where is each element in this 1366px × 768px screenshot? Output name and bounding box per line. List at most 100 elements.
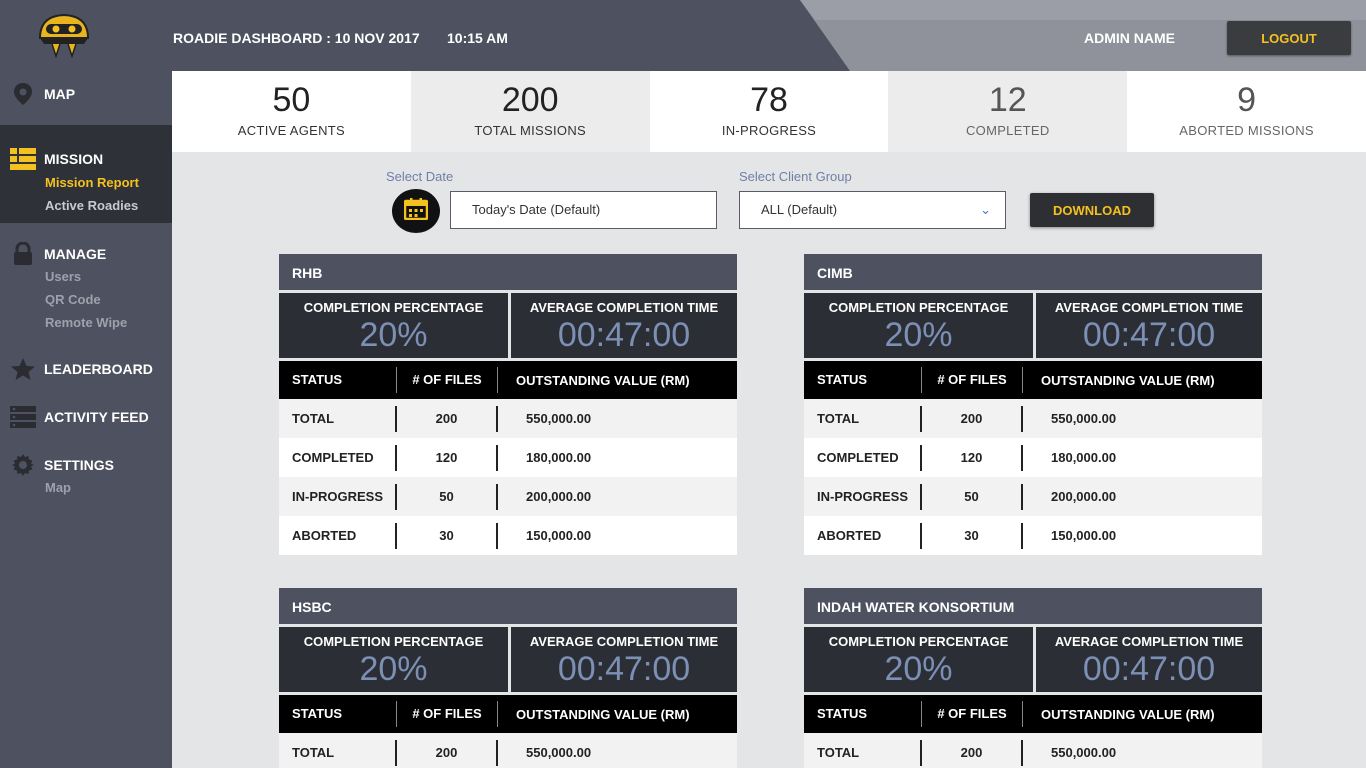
stat-value: 12: [988, 81, 1027, 119]
sidebar-group-activity-feed: ACTIVITY FEED: [0, 392, 172, 440]
sidebar: MAP MISSION Mission Report Active Roadie…: [0, 71, 172, 768]
stat-value: 200: [501, 81, 559, 119]
files-cell: 120: [922, 444, 1023, 471]
value-cell: 550,000.00: [526, 745, 592, 760]
admin-name[interactable]: ADMIN NAME: [1084, 30, 1175, 46]
sidebar-item-label: MANAGE: [44, 246, 107, 262]
card-title: CIMB: [804, 254, 1262, 293]
sidebar-subitem-users[interactable]: Users: [0, 265, 172, 288]
col-files-header: # OF FILES: [922, 367, 1023, 393]
sidebar-item-label: ACTIVITY FEED: [44, 409, 149, 425]
status-cell: ABORTED: [279, 522, 397, 549]
table-row: TOTAL 200 550,000.00: [279, 733, 737, 768]
download-button[interactable]: DOWNLOAD: [1030, 193, 1154, 227]
table-header: STATUS # OF FILES OUTSTANDING VALUE (RM): [804, 361, 1262, 399]
sidebar-group-leaderboard: LEADERBOARD: [0, 334, 172, 392]
status-cell: IN-PROGRESS: [279, 483, 397, 510]
value-cell: 150,000.00: [526, 528, 592, 543]
stat-label: COMPLETED: [965, 123, 1050, 138]
dashboard-time: 10:15 AM: [447, 30, 508, 46]
sidebar-subitem-qr-code[interactable]: QR Code: [0, 288, 172, 311]
table-header: STATUS # OF FILES OUTSTANDING VALUE (RM): [804, 695, 1262, 733]
status-cell: ABORTED: [804, 522, 922, 549]
stat-label: ABORTED MISSIONS: [1179, 123, 1314, 138]
table-row: TOTAL 200 550,000.00: [804, 399, 1262, 438]
completion-percentage-value: 20%: [884, 650, 953, 688]
metric-label: COMPLETION PERCENTAGE: [828, 300, 1009, 315]
star-icon: [10, 356, 36, 382]
files-cell: 50: [922, 483, 1023, 510]
client-group-value: ALL (Default): [761, 202, 838, 217]
value-cell: 550,000.00: [1051, 745, 1117, 760]
calendar-icon: [403, 197, 429, 225]
map-pin-icon: [10, 81, 36, 107]
stat-in-progress: 78 IN-PROGRESS: [649, 71, 889, 152]
status-cell: COMPLETED: [804, 444, 922, 471]
client-group-select[interactable]: ALL (Default) ⌄: [739, 191, 1006, 229]
completion-percentage-panel: COMPLETION PERCENTAGE 20%: [279, 293, 508, 358]
sidebar-subitem-mission-report[interactable]: Mission Report: [0, 171, 172, 194]
sidebar-item-map[interactable]: MAP: [0, 71, 172, 117]
col-status-header: STATUS: [279, 367, 397, 393]
average-completion-time-panel: AVERAGE COMPLETION TIME 00:47:00: [511, 293, 737, 358]
average-completion-time-value: 00:47:00: [557, 316, 691, 354]
date-input[interactable]: Today's Date (Default): [450, 191, 717, 229]
status-cell: TOTAL: [804, 405, 922, 432]
stat-value: 50: [272, 81, 311, 119]
col-value-header: OUTSTANDING VALUE (RM): [516, 706, 690, 722]
metric-label: AVERAGE COMPLETION TIME: [1054, 634, 1244, 649]
logout-button[interactable]: LOGOUT: [1227, 21, 1351, 55]
sidebar-group-mission: MISSION Mission Report Active Roadies: [0, 125, 172, 223]
sidebar-item-label: LEADERBOARD: [44, 361, 153, 377]
sidebar-item-activity-feed[interactable]: ACTIVITY FEED: [0, 394, 172, 440]
client-card: RHB COMPLETION PERCENTAGE 20% AVERAGE CO…: [279, 254, 737, 555]
stat-value: 9: [1237, 81, 1257, 119]
client-card: HSBC COMPLETION PERCENTAGE 20% AVERAGE C…: [279, 588, 737, 768]
table-row: IN-PROGRESS 50 200,000.00: [804, 477, 1262, 516]
metric-label: AVERAGE COMPLETION TIME: [1054, 300, 1244, 315]
sidebar-group-settings: SETTINGS Map: [0, 440, 172, 499]
stat-label: IN-PROGRESS: [721, 123, 817, 138]
completion-percentage-value: 20%: [359, 650, 428, 688]
status-cell: TOTAL: [279, 739, 397, 766]
table-row: ABORTED 30 150,000.00: [804, 516, 1262, 555]
calendar-button[interactable]: [392, 189, 440, 233]
completion-percentage-panel: COMPLETION PERCENTAGE 20%: [804, 293, 1033, 358]
client-card: CIMB COMPLETION PERCENTAGE 20% AVERAGE C…: [804, 254, 1262, 555]
sidebar-subitem-settings-map[interactable]: Map: [0, 476, 172, 499]
average-completion-time-panel: AVERAGE COMPLETION TIME 00:47:00: [511, 627, 737, 692]
table-row: IN-PROGRESS 50 200,000.00: [279, 477, 737, 516]
table-header: STATUS # OF FILES OUTSTANDING VALUE (RM): [279, 695, 737, 733]
average-completion-time-value: 00:47:00: [1082, 650, 1216, 688]
sidebar-subitem-active-roadies[interactable]: Active Roadies: [0, 194, 172, 217]
average-completion-time-value: 00:47:00: [557, 650, 691, 688]
value-cell: 150,000.00: [1051, 528, 1117, 543]
sidebar-subitem-remote-wipe[interactable]: Remote Wipe: [0, 311, 172, 334]
sidebar-item-label: MISSION: [44, 151, 104, 167]
files-cell: 200: [922, 405, 1023, 432]
sidebar-item-label: MAP: [44, 86, 76, 102]
stat-label: TOTAL MISSIONS: [474, 123, 586, 138]
col-value-header: OUTSTANDING VALUE (RM): [1041, 372, 1215, 388]
average-completion-time-panel: AVERAGE COMPLETION TIME 00:47:00: [1036, 627, 1262, 692]
col-status-header: STATUS: [804, 367, 922, 393]
col-status-header: STATUS: [804, 701, 922, 727]
table-row: COMPLETED 120 180,000.00: [279, 438, 737, 477]
status-cell: COMPLETED: [279, 444, 397, 471]
sidebar-group-manage: MANAGE Users QR Code Remote Wipe: [0, 223, 172, 334]
card-metrics: COMPLETION PERCENTAGE 20% AVERAGE COMPLE…: [279, 293, 737, 358]
value-cell: 550,000.00: [1051, 411, 1117, 426]
completion-percentage-value: 20%: [359, 316, 428, 354]
select-client-group-label: Select Client Group: [739, 169, 852, 184]
sidebar-item-leaderboard[interactable]: LEADERBOARD: [0, 346, 172, 392]
stat-label: ACTIVE AGENTS: [237, 123, 345, 138]
stat-aborted-missions: 9 ABORTED MISSIONS: [1127, 71, 1366, 152]
status-cell: TOTAL: [279, 405, 397, 432]
roadie-helmet-logo[interactable]: [34, 10, 94, 60]
files-cell: 120: [397, 444, 498, 471]
table-header: STATUS # OF FILES OUTSTANDING VALUE (RM): [279, 361, 737, 399]
value-cell: 200,000.00: [1051, 489, 1117, 504]
gear-icon: [10, 452, 36, 478]
card-metrics: COMPLETION PERCENTAGE 20% AVERAGE COMPLE…: [279, 627, 737, 692]
card-title: INDAH WATER KONSORTIUM: [804, 588, 1262, 627]
